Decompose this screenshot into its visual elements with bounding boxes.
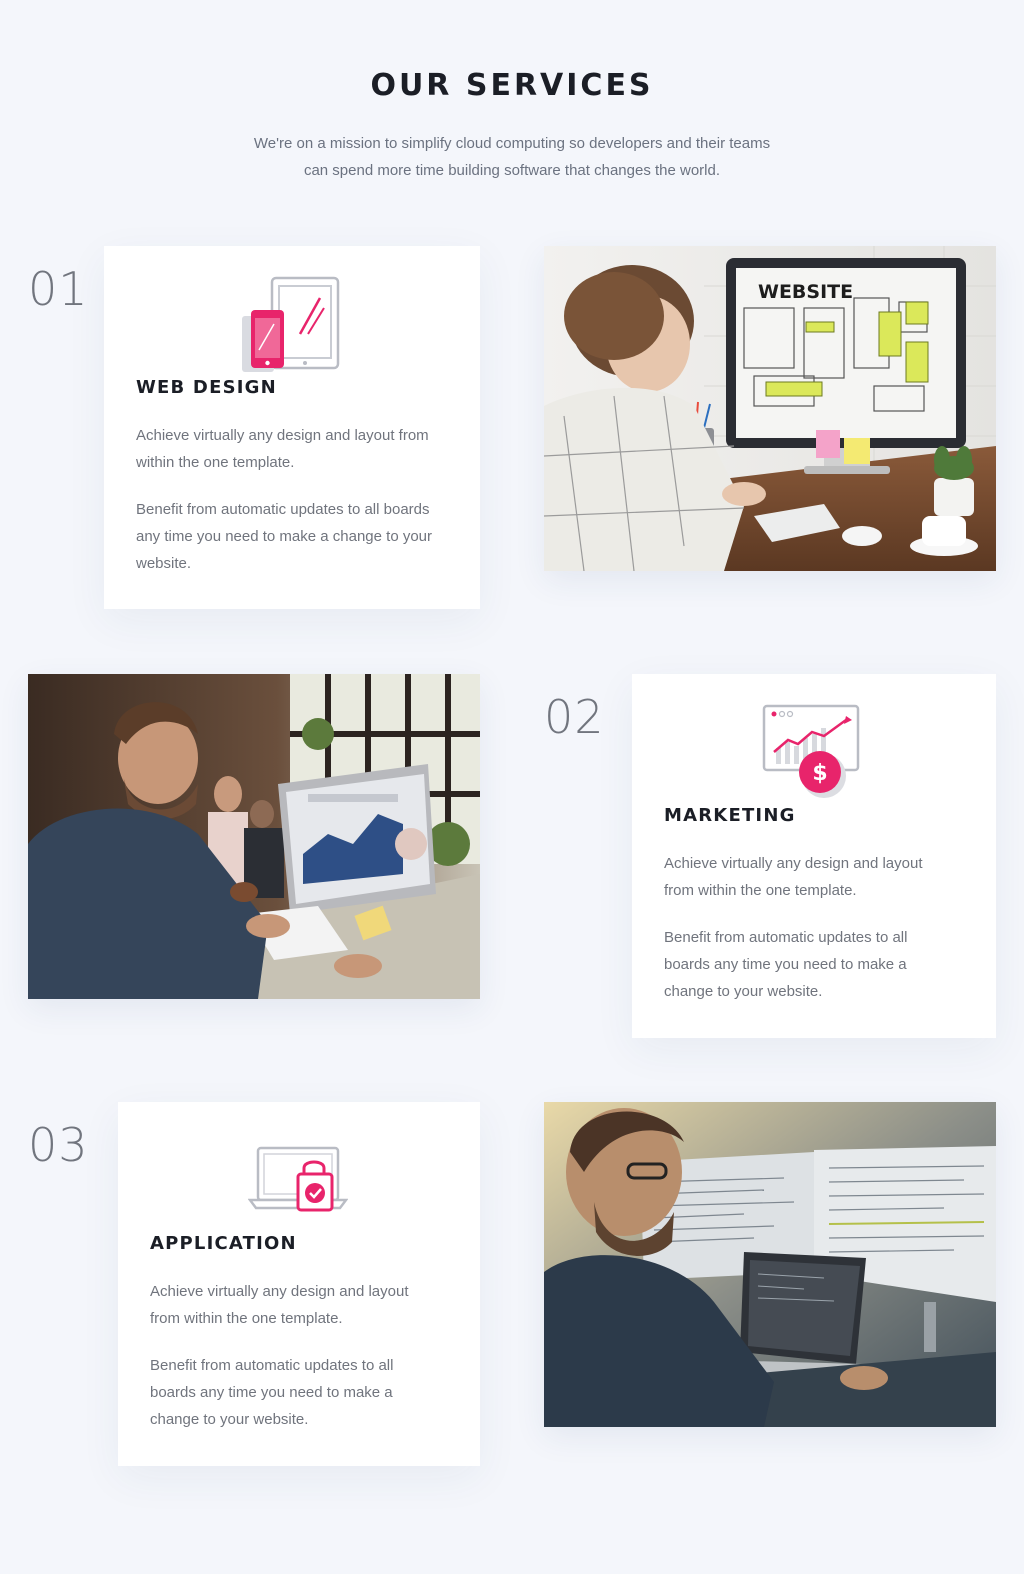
woman-at-computer-photo: WEBSITE bbox=[544, 246, 996, 571]
developer-coding-photo bbox=[544, 1102, 996, 1427]
photo-screen-label: WEBSITE bbox=[758, 281, 853, 303]
text-line: from within the one template. bbox=[150, 1310, 343, 1327]
text-line: Achieve virtually any design and layout … bbox=[136, 427, 429, 444]
man-at-computer-photo bbox=[28, 674, 480, 999]
subtitle-line-1: We're on a mission to simplify cloud com… bbox=[253, 135, 771, 152]
service-title: MARKETING bbox=[664, 805, 796, 826]
text-line: within the one template. bbox=[136, 454, 295, 471]
service-title: APPLICATION bbox=[150, 1233, 297, 1254]
text-line: Benefit from automatic updates to all bbox=[664, 929, 908, 946]
service-number-03: 03 bbox=[28, 1118, 89, 1172]
svg-text:$: $ bbox=[812, 761, 827, 786]
service-number-01: 01 bbox=[28, 262, 89, 316]
service-text-2: Benefit from automatic updates to all bo… bbox=[136, 496, 456, 577]
section-title: OUR SERVICES bbox=[370, 68, 654, 103]
section-subtitle: We're on a mission to simplify cloud com… bbox=[232, 130, 792, 184]
service-card-web-design: WEB DESIGN Achieve virtually any design … bbox=[104, 246, 480, 609]
text-line: change to your website. bbox=[150, 1411, 309, 1428]
laptop-lock-icon bbox=[247, 1142, 349, 1237]
tablet-phone-design-icon bbox=[242, 276, 342, 381]
text-line: Benefit from automatic updates to all bbox=[150, 1357, 394, 1374]
service-text-1: Achieve virtually any design and layout … bbox=[136, 422, 456, 476]
text-line: Achieve virtually any design and layout bbox=[150, 1283, 409, 1300]
service-title: WEB DESIGN bbox=[136, 377, 277, 398]
service-number-02: 02 bbox=[544, 690, 605, 744]
text-line: boards any time you need to make a bbox=[664, 956, 907, 973]
service-text-1: Achieve virtually any design and layout … bbox=[150, 1278, 460, 1332]
text-line: any time you need to make a change to yo… bbox=[136, 528, 433, 545]
text-line: change to your website. bbox=[664, 983, 823, 1000]
service-text-2: Benefit from automatic updates to all bo… bbox=[150, 1352, 460, 1433]
text-line: Benefit from automatic updates to all bo… bbox=[136, 501, 430, 518]
service-text-2: Benefit from automatic updates to all bo… bbox=[664, 924, 974, 1005]
text-line: Achieve virtually any design and layout bbox=[664, 855, 923, 872]
text-line: from within the one template. bbox=[664, 882, 857, 899]
service-card-application: APPLICATION Achieve virtually any design… bbox=[118, 1102, 480, 1466]
subtitle-line-2: can spend more time building software th… bbox=[303, 162, 721, 179]
chart-dollar-icon: $ bbox=[762, 704, 862, 809]
service-card-marketing: $ MARKETING Achieve virtually any design… bbox=[632, 674, 996, 1038]
text-line: website. bbox=[136, 555, 192, 572]
text-line: boards any time you need to make a bbox=[150, 1384, 393, 1401]
service-text-1: Achieve virtually any design and layout … bbox=[664, 850, 974, 904]
